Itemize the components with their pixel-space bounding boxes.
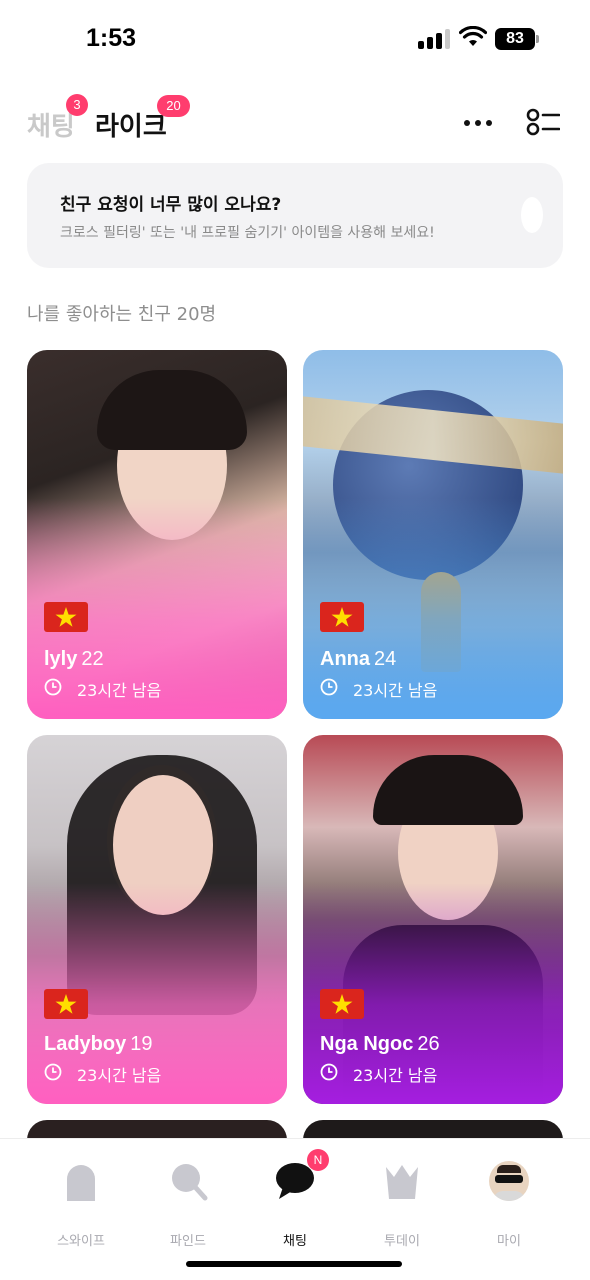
nav-label: 투데이 — [384, 1234, 420, 1249]
search-icon — [172, 1164, 208, 1201]
bottom-nav: 스와이프 파인드 N 채팅 투데이 마이 — [0, 1138, 590, 1280]
vietnam-flag-icon — [44, 989, 88, 1019]
clock-icon — [320, 1063, 338, 1081]
expiry-text: 23시간 남음 — [77, 681, 162, 700]
avatar — [489, 1161, 529, 1201]
filter-list-icon[interactable] — [526, 107, 560, 137]
vietnam-flag-icon — [320, 989, 364, 1019]
profile-name: lyly 22 — [44, 648, 104, 671]
header: 채팅 3 라이크 20 — [0, 90, 590, 160]
vietnam-flag-icon — [320, 602, 364, 632]
nav-find[interactable]: 파인드 — [138, 1155, 238, 1255]
chat-new-badge: N — [307, 1149, 329, 1171]
nav-label: 채팅 — [283, 1234, 307, 1249]
profile-age: 22 — [81, 648, 104, 670]
nav-label: 마이 — [497, 1234, 521, 1249]
expiry-text: 23시간 남음 — [353, 681, 438, 700]
profile-card[interactable]: Nga Ngoc 26 23시간 남음 — [303, 735, 563, 1104]
clock-icon — [44, 1063, 62, 1081]
battery-icon: 83 — [495, 28, 539, 50]
clock-icon — [44, 678, 62, 696]
expiry-text: 23시간 남음 — [77, 1066, 162, 1085]
profile-name: Nga Ngoc 26 — [320, 1033, 440, 1056]
profile-card[interactable]: Ladyboy 19 23시간 남음 — [27, 735, 287, 1104]
tip-banner[interactable]: 친구 요청이 너무 많이 오나요? 크로스 필터링' 또는 '내 프로필 숨기기… — [27, 163, 563, 268]
profile-name-text: Anna — [320, 648, 370, 670]
vietnam-flag-icon — [44, 602, 88, 632]
profile-name-text: lyly — [44, 648, 78, 670]
crown-icon — [386, 1165, 418, 1199]
profile-age: 26 — [417, 1033, 440, 1055]
banner-title: 친구 요청이 너무 많이 오나요? — [60, 195, 282, 215]
status-time: 1:53 — [86, 24, 137, 52]
likes-count-label: 나를 좋아하는 친구 20명 — [27, 304, 217, 325]
profile-age: 19 — [130, 1033, 153, 1055]
chat-count-badge: 3 — [66, 94, 88, 116]
like-count-badge: 20 — [157, 95, 190, 117]
nav-chat[interactable]: N 채팅 — [245, 1149, 345, 1255]
profile-card[interactable]: Anna 24 23시간 남음 — [303, 350, 563, 719]
banner-description: 크로스 필터링' 또는 '내 프로필 숨기기' 아이템을 사용해 보세요! — [60, 225, 435, 241]
more-horizontal-icon[interactable] — [460, 108, 496, 138]
home-indicator — [186, 1261, 402, 1267]
nav-label: 파인드 — [170, 1234, 206, 1249]
status-bar: 1:53 83 — [0, 0, 590, 80]
battery-level: 83 — [495, 28, 535, 50]
expiry-text: 23시간 남음 — [353, 1066, 438, 1085]
nav-today[interactable]: 투데이 — [352, 1155, 452, 1255]
profile-age: 24 — [374, 648, 397, 670]
profile-name-text: Ladyboy — [44, 1033, 127, 1055]
banner-toggle[interactable] — [521, 197, 543, 233]
wifi-icon — [459, 26, 487, 46]
profile-name: Anna 24 — [320, 648, 396, 671]
tab-like[interactable]: 라이크 — [95, 106, 167, 143]
profile-name: Ladyboy 19 — [44, 1033, 153, 1056]
profile-card[interactable]: lyly 22 23시간 남음 — [27, 350, 287, 719]
nav-label: 스와이프 — [57, 1234, 105, 1249]
nav-my[interactable]: 마이 — [459, 1155, 559, 1255]
profile-name-text: Nga Ngoc — [320, 1033, 414, 1055]
clock-icon — [320, 678, 338, 696]
nav-swipe[interactable]: 스와이프 — [31, 1155, 131, 1255]
cellular-signal-icon — [418, 29, 450, 49]
swipe-card-icon — [67, 1165, 95, 1201]
